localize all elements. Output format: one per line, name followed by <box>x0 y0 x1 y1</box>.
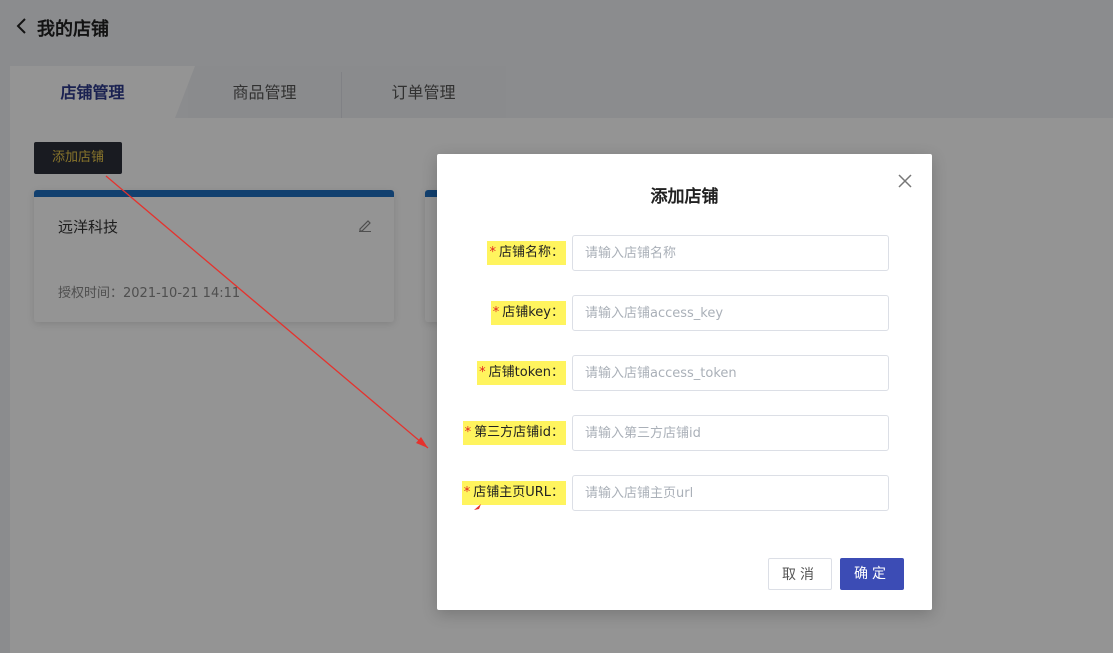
required-marker: * <box>463 485 471 500</box>
third-party-id-input[interactable] <box>572 415 889 451</box>
store-url-label: * 店铺主页URL： <box>461 481 566 505</box>
store-url-input[interactable] <box>572 475 889 511</box>
confirm-button[interactable]: 确定 <box>840 558 904 590</box>
store-token-label: * 店铺token： <box>477 361 566 385</box>
cancel-button[interactable]: 取消 <box>768 558 832 590</box>
form-row-store-token: * 店铺token： <box>437 355 932 391</box>
store-key-label: * 店铺key： <box>490 301 566 325</box>
store-key-input[interactable] <box>572 295 889 331</box>
store-name-label: * 店铺名称： <box>487 241 566 265</box>
add-store-dialog: 添加店铺 *店铺名称： *店铺key： *店铺token： *第三方店铺id： … <box>437 154 932 610</box>
form-row-store-name: * 店铺名称： <box>437 235 932 271</box>
required-marker: * <box>489 245 496 260</box>
form-row-third-party-id: * 第三方店铺id： <box>437 415 932 451</box>
close-icon[interactable] <box>898 174 912 188</box>
required-marker: * <box>464 425 472 440</box>
form-row-store-key: * 店铺key： <box>437 295 932 331</box>
store-token-input[interactable] <box>572 355 889 391</box>
required-marker: * <box>479 365 486 380</box>
store-name-input[interactable] <box>572 235 889 271</box>
third-party-id-label: * 第三方店铺id： <box>462 421 566 445</box>
dialog-title: 添加店铺 <box>650 187 719 207</box>
required-marker: * <box>492 305 500 320</box>
form-row-store-url: * 店铺主页URL： <box>437 475 932 511</box>
